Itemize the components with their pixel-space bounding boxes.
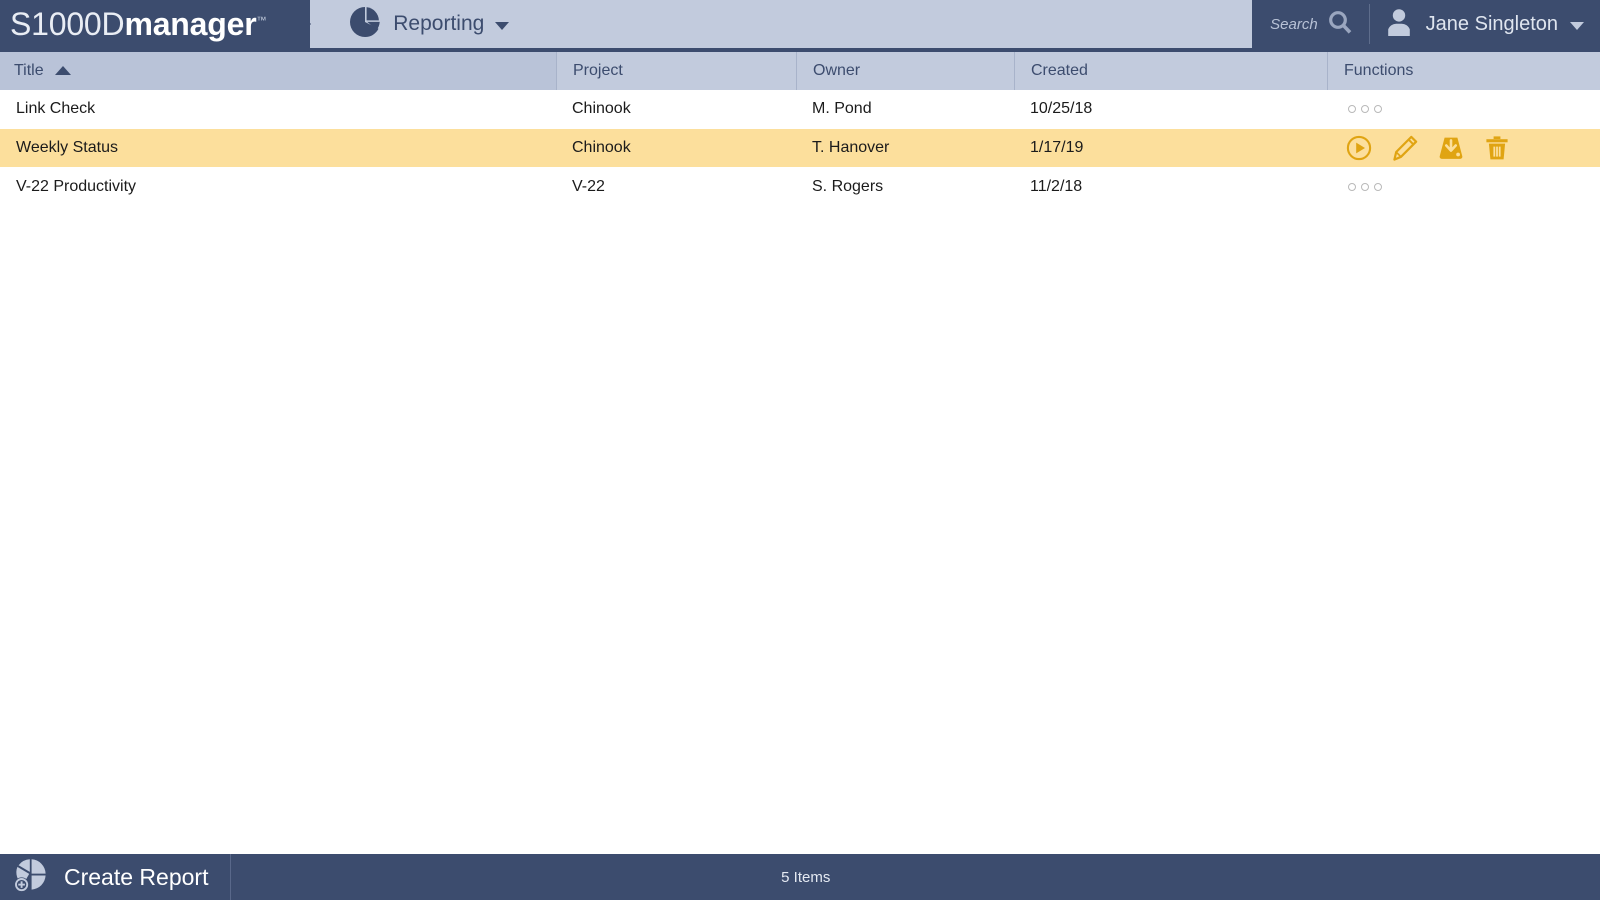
search-label: Search [1270, 15, 1318, 33]
cell-functions [1327, 129, 1600, 167]
column-header-project-label: Project [573, 62, 623, 79]
column-header-owner-label: Owner [813, 62, 861, 79]
report-created: 1/17/19 [1030, 139, 1084, 156]
cell-created: 10/25/18 [1014, 90, 1327, 128]
cell-title: V-22 Productivity [0, 168, 556, 206]
row-action-group [1346, 135, 1510, 161]
cell-owner: T. Hanover [796, 129, 1014, 167]
download-report-button[interactable] [1438, 135, 1464, 161]
column-header-title-label: Title [14, 62, 44, 79]
table-row[interactable]: V-22 Productivity V-22 S. Rogers 11/2/18 [0, 168, 1600, 207]
report-title: V-22 Productivity [16, 178, 137, 195]
cell-created: 1/17/19 [1014, 129, 1327, 167]
footer-status: 5 Items [231, 854, 1388, 900]
brand-prefix: S1000D [10, 6, 125, 42]
module-bar: Reporting [310, 0, 1253, 48]
table-row[interactable]: Link Check Chinook M. Pond 10/25/18 [0, 90, 1600, 129]
user-menu[interactable]: Jane Singleton [1370, 0, 1600, 48]
report-owner: S. Rogers [812, 178, 884, 195]
footer-bar: Create Report 5 Items [0, 854, 1600, 900]
brand-suffix: manager [124, 6, 257, 42]
user-name-label: Jane Singleton [1425, 12, 1558, 35]
chevron-down-icon[interactable] [1570, 21, 1584, 30]
nav-right-group: Search Jane Singleton [1252, 0, 1600, 48]
item-count-label: 5 Items [781, 868, 831, 886]
report-project: Chinook [572, 139, 631, 156]
column-header-functions-label: Functions [1344, 62, 1414, 79]
cell-functions [1327, 90, 1600, 128]
cell-owner: S. Rogers [796, 168, 1014, 206]
footer-right-spacer [1388, 854, 1600, 900]
report-created: 11/2/18 [1030, 178, 1083, 195]
module-label: Reporting [393, 12, 485, 35]
search-button[interactable]: Search [1252, 0, 1369, 48]
app-logo-text: S1000Dmanager™ [10, 8, 266, 40]
column-header-title[interactable]: Title [0, 52, 556, 90]
chevron-down-icon[interactable] [495, 21, 510, 30]
ellipsis-icon[interactable] [1348, 183, 1382, 191]
cell-project: Chinook [556, 90, 796, 128]
app-window: S1000Dmanager™ Reporting Search Jane Sin… [0, 0, 1600, 900]
report-owner: T. Hanover [812, 139, 890, 156]
create-report-label: Create Report [64, 863, 209, 890]
reports-table: Title Project Owner Created Functions Li… [0, 52, 1600, 207]
trademark-symbol: ™ [256, 15, 267, 27]
column-header-created-label: Created [1031, 62, 1088, 79]
create-report-button[interactable]: Create Report [0, 854, 232, 900]
chevron-up-icon[interactable] [54, 65, 71, 75]
column-header-owner[interactable]: Owner [796, 52, 1014, 90]
report-created: 10/25/18 [1030, 100, 1093, 117]
pie-chart-plus-icon [12, 856, 50, 899]
module-selector-reporting[interactable]: Reporting [348, 0, 523, 48]
cell-created: 11/2/18 [1014, 168, 1327, 206]
content-area: Title Project Owner Created Functions Li… [0, 48, 1600, 900]
report-title: Link Check [16, 100, 96, 117]
run-report-button[interactable] [1346, 135, 1372, 161]
report-project: V-22 [572, 178, 605, 195]
cell-title: Weekly Status [0, 129, 556, 167]
cell-functions [1327, 168, 1600, 206]
cell-title: Link Check [0, 90, 556, 128]
cell-owner: M. Pond [796, 90, 1014, 128]
table-row[interactable]: Weekly Status Chinook T. Hanover 1/17/19 [0, 129, 1600, 168]
top-navigation-bar: S1000Dmanager™ Reporting Search Jane Sin… [0, 0, 1600, 48]
cell-project: Chinook [556, 129, 796, 167]
ellipsis-icon[interactable] [1348, 105, 1382, 113]
empty-table-space [0, 207, 1600, 854]
report-owner: M. Pond [812, 100, 872, 117]
cell-project: V-22 [556, 168, 796, 206]
report-project: Chinook [572, 100, 631, 117]
search-icon[interactable] [1327, 9, 1353, 40]
column-header-created[interactable]: Created [1014, 52, 1327, 90]
delete-report-button[interactable] [1484, 135, 1510, 161]
table-header-row: Title Project Owner Created Functions [0, 52, 1600, 90]
app-logo[interactable]: S1000Dmanager™ [0, 0, 312, 48]
column-header-project[interactable]: Project [556, 52, 796, 90]
pie-chart-icon [348, 5, 382, 44]
report-title: Weekly Status [16, 139, 118, 156]
column-header-functions: Functions [1327, 52, 1600, 90]
edit-report-button[interactable] [1392, 135, 1418, 161]
user-avatar-icon [1384, 7, 1414, 42]
